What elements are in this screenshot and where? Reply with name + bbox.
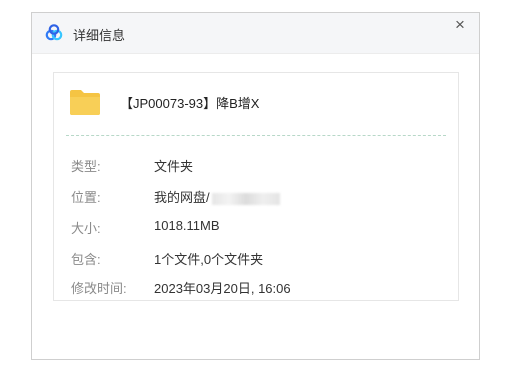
- baidu-netdisk-logo-icon: [45, 24, 63, 41]
- detail-value: 我的网盘/: [154, 190, 210, 205]
- close-icon[interactable]: ×: [451, 16, 469, 34]
- detail-label: 大小:: [71, 221, 101, 236]
- detail-value: 1个文件,0个文件夹: [154, 252, 264, 267]
- detail-label: 位置:: [71, 190, 101, 205]
- file-header: 【JP00073-93】降B增X: [54, 73, 458, 134]
- redacted-path: [211, 192, 280, 205]
- detail-value-wrap: 我的网盘/: [154, 187, 280, 206]
- detail-value: 2023年03月20日, 16:06: [154, 281, 291, 296]
- dialog-titlebar: 详细信息 ×: [32, 13, 479, 54]
- file-name: 【JP00073-93】降B增X: [120, 96, 260, 111]
- detail-label: 类型:: [71, 159, 101, 174]
- detail-value: 1018.11MB: [154, 218, 220, 233]
- divider: [66, 135, 446, 136]
- detail-value: 文件夹: [154, 159, 194, 174]
- dialog-title: 详细信息: [73, 28, 126, 43]
- detail-label: 修改时间:: [71, 281, 127, 296]
- details-dialog: 详细信息 × 【JP00073-93】降B增X 类型: 文件夹 位置: 我的网盘…: [31, 12, 480, 360]
- file-info-card: 【JP00073-93】降B增X 类型: 文件夹 位置: 我的网盘/ 大小: 1…: [53, 72, 459, 301]
- folder-icon: [70, 90, 100, 115]
- detail-label: 包含:: [71, 252, 101, 267]
